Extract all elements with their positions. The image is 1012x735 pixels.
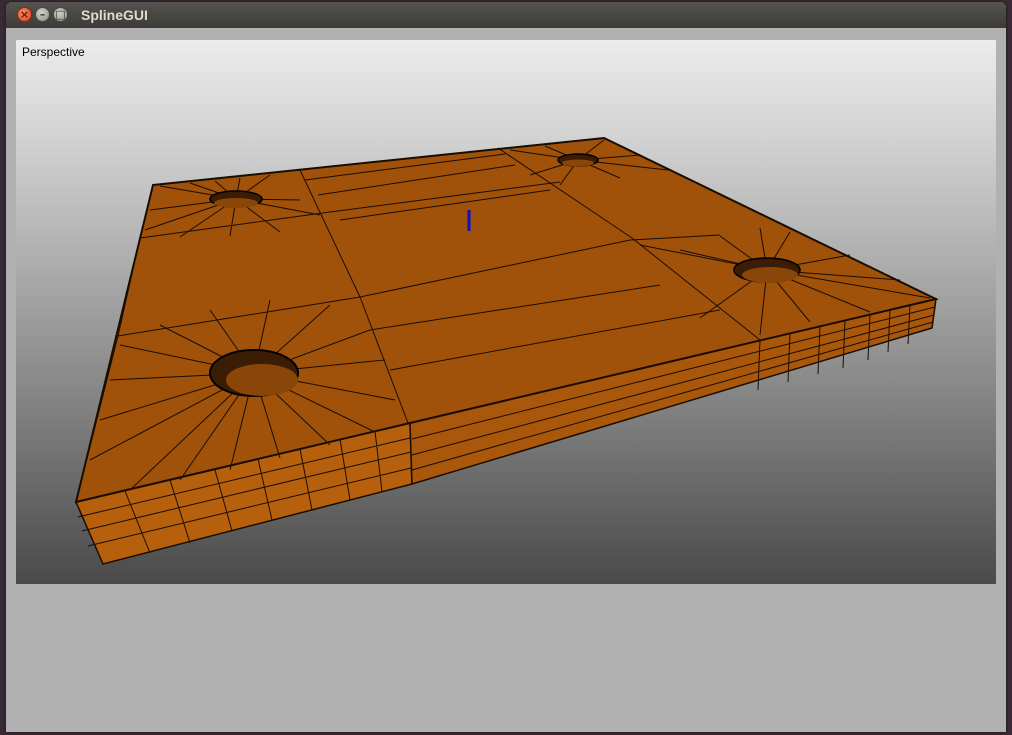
plate-3d-model[interactable] xyxy=(16,40,996,584)
title-bar[interactable]: × – □ SplineGUI xyxy=(6,2,1006,28)
close-button[interactable]: × xyxy=(17,7,32,22)
close-icon: × xyxy=(19,8,30,21)
window-title: SplineGUI xyxy=(81,7,148,23)
hole-front-left xyxy=(209,349,299,397)
hole-top-left xyxy=(209,190,263,208)
minimize-button[interactable]: – xyxy=(35,7,50,22)
hole-top-right xyxy=(557,153,599,167)
perspective-viewport[interactable]: Perspective xyxy=(16,40,996,584)
hole-right xyxy=(733,257,801,283)
minimize-icon: – xyxy=(39,8,46,21)
maximize-button[interactable]: □ xyxy=(53,7,68,22)
maximize-icon: □ xyxy=(55,8,66,21)
app-window: × – □ SplineGUI Perspective xyxy=(6,2,1006,732)
